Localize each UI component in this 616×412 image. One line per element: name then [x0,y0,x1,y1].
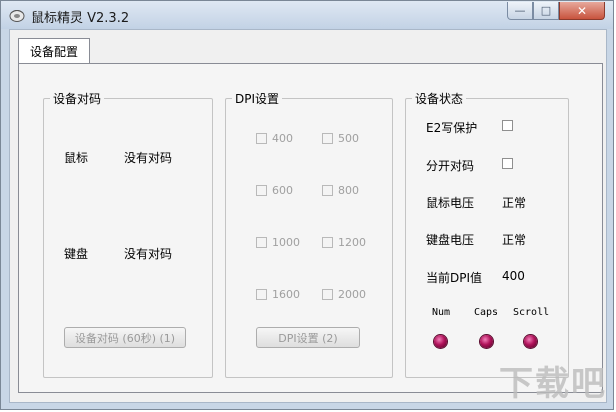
dpi-600-checkbox[interactable] [256,185,267,196]
maximize-button[interactable]: □ [533,2,559,20]
dpi-800-checkbox[interactable] [322,185,333,196]
split-pairing-checkbox[interactable] [502,158,513,169]
minimize-button[interactable]: — [507,2,533,20]
current-dpi-label: 当前DPI值 [426,271,483,285]
tab-panel: 设备对码 鼠标 没有对码 键盘 没有对码 设备对码 (60秒) (1) DPI设… [18,63,603,393]
dpi-500-checkbox[interactable] [322,133,333,144]
dpi-2000-checkbox[interactable] [322,289,333,300]
mouse-label: 鼠标 [64,151,89,165]
dpi-group: DPI设置 400 500 600 800 1000 1200 1600 200… [225,90,393,378]
dpi-500-label: 500 [338,132,359,145]
status-group: 设备状态 E2写保护 分开对码 鼠标电压 正常 键盘电压 正常 当前DPI值 4… [405,90,569,378]
split-pairing-label: 分开对码 [426,159,475,173]
caps-lock-label: Caps [474,307,499,318]
keyboard-pair-status: 没有对码 [124,247,173,261]
keyboard-voltage-label: 键盘电压 [426,233,475,247]
dpi-600-label: 600 [272,184,293,197]
keyboard-label: 键盘 [64,247,89,261]
dpi-set-button[interactable]: DPI设置 (2) [256,327,360,348]
dpi-1200-label: 1200 [338,236,366,249]
scroll-lock-led-icon [524,335,537,348]
dpi-1600-label: 1600 [272,288,300,301]
maximize-icon: □ [540,4,552,17]
status-group-title: 设备状态 [412,90,467,107]
dpi-set-button-label: DPI设置 (2) [278,331,338,345]
tab-label: 设备配置 [29,45,78,59]
current-dpi-value: 400 [502,269,525,283]
dpi-400-label: 400 [272,132,293,145]
mouse-voltage-label: 鼠标电压 [426,196,475,210]
mouse-app-icon [9,10,25,22]
pairing-group-title: 设备对码 [50,90,105,107]
pair-devices-button-label: 设备对码 (60秒) (1) [74,331,176,345]
mouse-voltage-value: 正常 [502,196,527,210]
e2-write-protect-checkbox[interactable] [502,120,513,131]
tab-device-config[interactable]: 设备配置 [18,38,90,64]
scroll-lock-label: Scroll [513,307,550,318]
close-button[interactable]: ✕ [559,2,605,20]
mouse-pair-status: 没有对码 [124,151,173,165]
minimize-icon: — [514,4,526,17]
close-icon: ✕ [576,3,588,18]
caps-lock-led-icon [480,335,493,348]
watermark-logo: 下载吧 [499,364,607,404]
dpi-2000-label: 2000 [338,288,366,301]
keyboard-voltage-value: 正常 [502,233,527,247]
app-window: 鼠标精灵 V2.3.2 — □ ✕ 设备配置 设备对码 鼠标 没有对码 键盘 没… [0,0,614,410]
pairing-group: 设备对码 鼠标 没有对码 键盘 没有对码 设备对码 (60秒) (1) [43,90,213,378]
dpi-group-title: DPI设置 [232,90,283,107]
dpi-1200-checkbox[interactable] [322,237,333,248]
dpi-1000-label: 1000 [272,236,300,249]
num-lock-led-icon [434,335,447,348]
num-lock-label: Num [432,307,451,318]
window-title: 鼠标精灵 V2.3.2 [31,11,130,26]
title-bar[interactable]: 鼠标精灵 V2.3.2 — □ ✕ [1,1,613,29]
e2-write-protect-label: E2写保护 [426,121,478,135]
dpi-400-checkbox[interactable] [256,133,267,144]
dpi-1000-checkbox[interactable] [256,237,267,248]
client-area: 设备配置 设备对码 鼠标 没有对码 键盘 没有对码 设备对码 (60秒) (1)… [9,29,607,403]
dpi-1600-checkbox[interactable] [256,289,267,300]
dpi-800-label: 800 [338,184,359,197]
pair-devices-button[interactable]: 设备对码 (60秒) (1) [64,327,186,348]
